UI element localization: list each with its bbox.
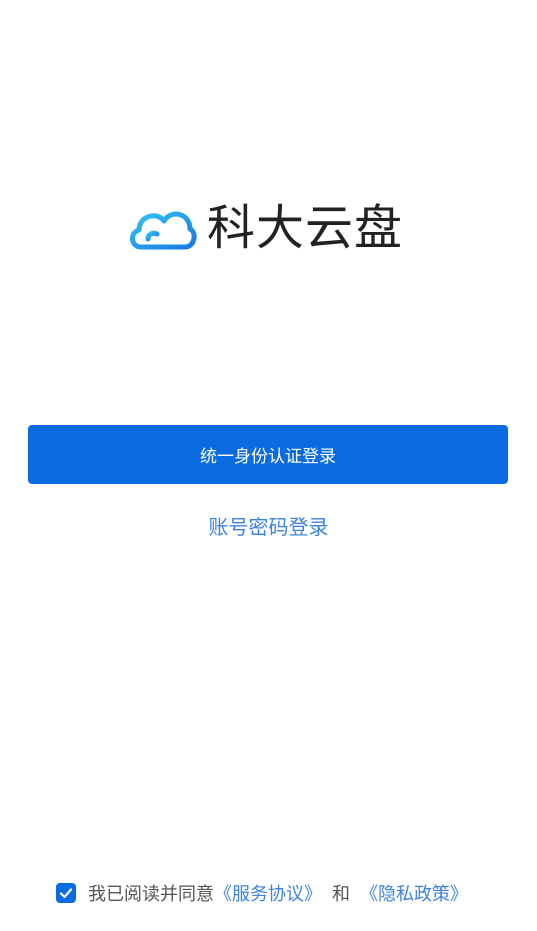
app-title: 科大云盘 [207,200,404,256]
agreement-prefix: 我已阅读并同意 [88,884,214,905]
agreement-and: 和 [332,884,350,905]
unified-auth-login-button[interactable]: 统一身份认证登录 [28,425,508,484]
agreement-checkbox[interactable] [56,883,76,903]
app-logo: 科大云盘 [127,198,417,258]
terms-of-service-link[interactable]: 《服务协议》 [214,880,322,906]
password-login-link[interactable]: 账号密码登录 [0,512,537,542]
privacy-policy-link[interactable]: 《隐私政策》 [360,880,468,906]
cloud-logo-icon [130,211,197,250]
agreement-row: 我已阅读并同意 《服务协议》 和 《隐私政策》 [56,878,468,908]
checkmark-icon [59,888,73,899]
